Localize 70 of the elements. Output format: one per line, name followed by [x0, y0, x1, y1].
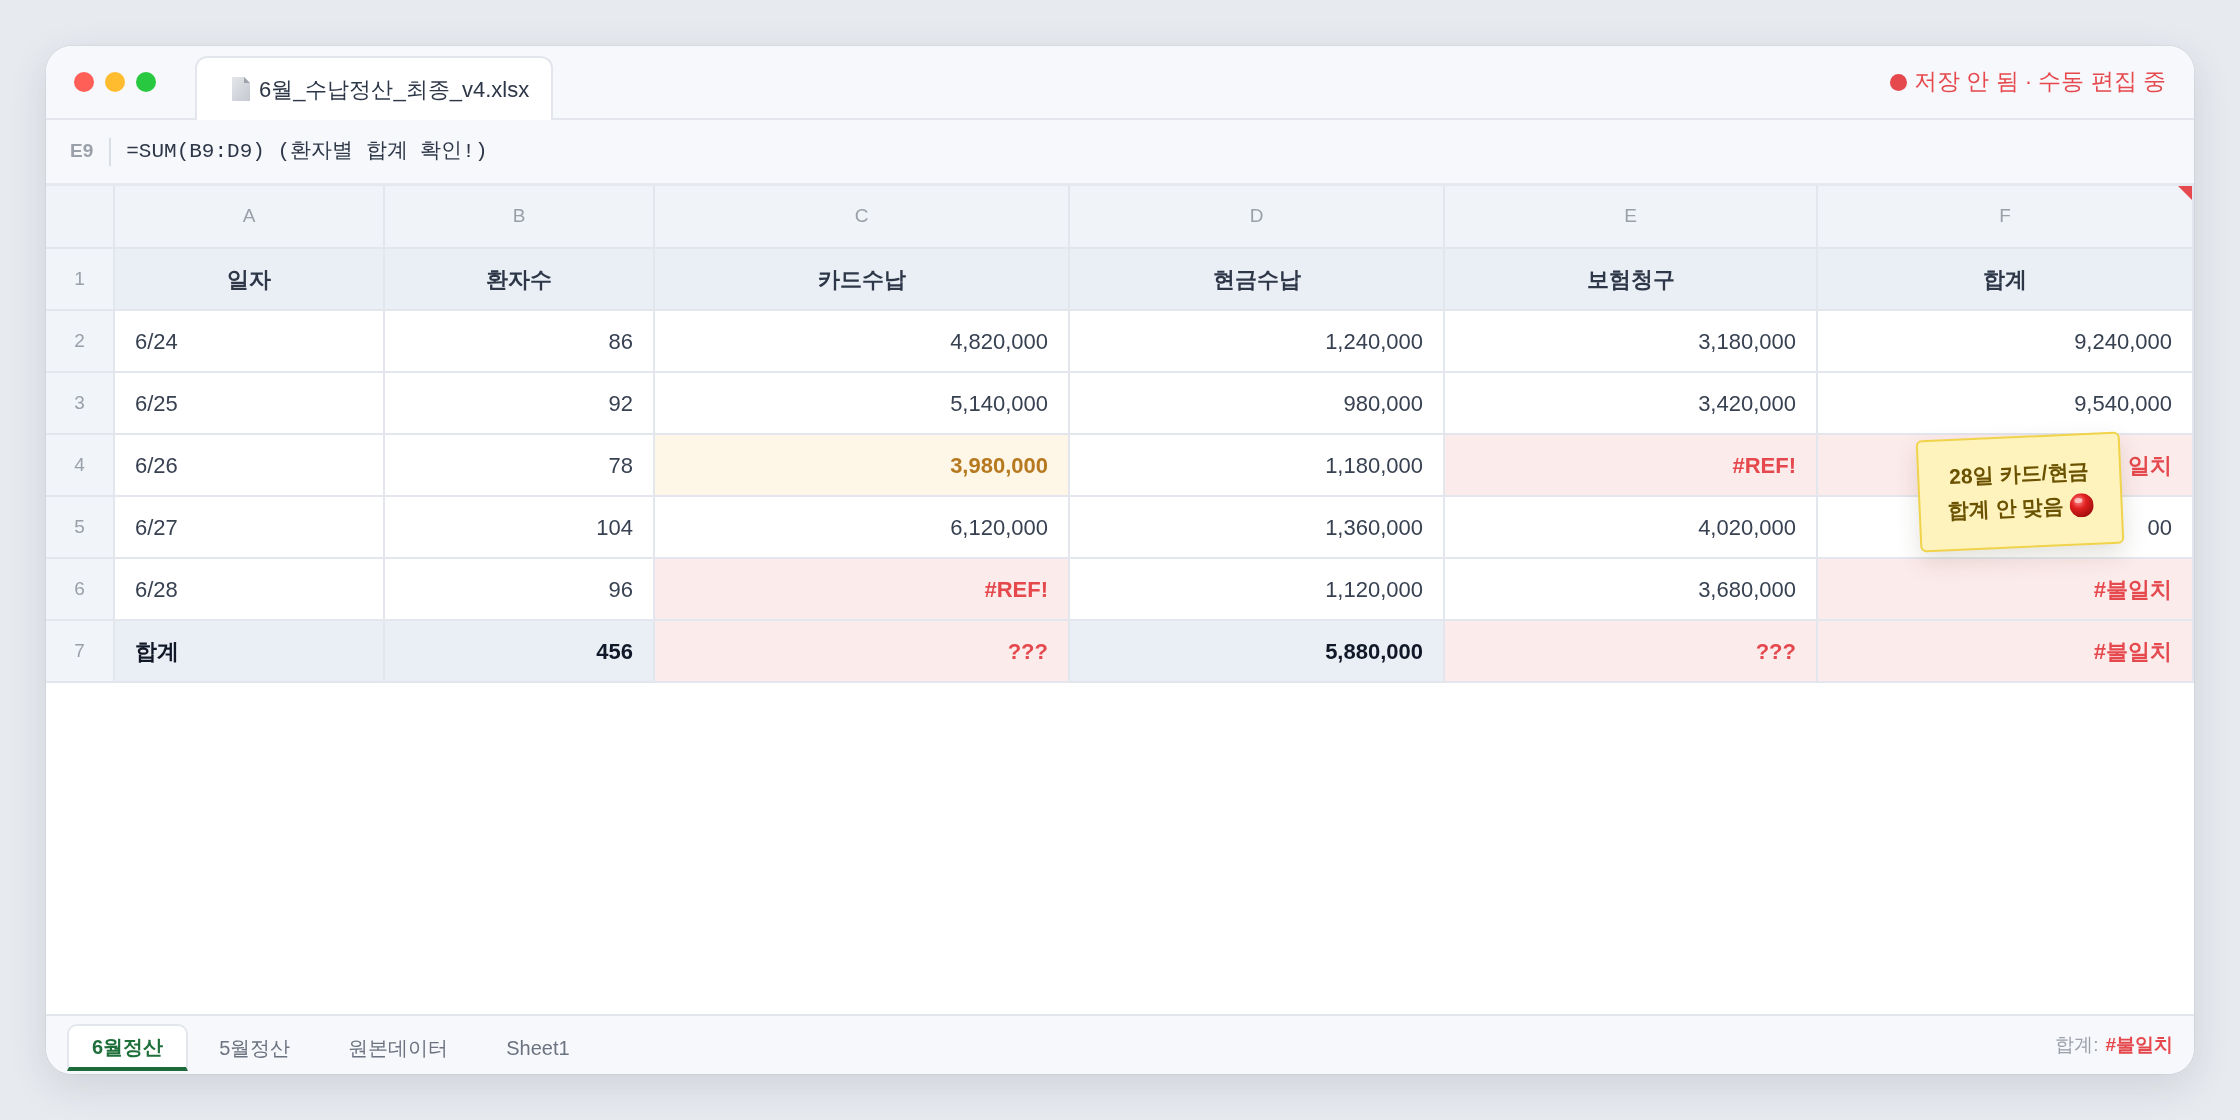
row-header[interactable]: 1: [46, 249, 115, 311]
table-cell: 96: [385, 559, 655, 621]
sheet-tab[interactable]: 6월정산: [67, 1024, 189, 1071]
status-value: #불일치: [2105, 1033, 2173, 1058]
table-cell: 3,980,000: [655, 435, 1070, 497]
ball-icon: [2069, 492, 2095, 518]
header-cell: 환자수: [385, 249, 655, 311]
table-cell: 합계: [115, 621, 385, 683]
close-icon[interactable]: [74, 72, 94, 92]
file-tab[interactable]: 6월_수납정산_최종_v4.xlsx: [195, 56, 554, 120]
table-cell: 5,140,000: [655, 373, 1070, 435]
table-cell: #불일치: [1818, 559, 2194, 621]
table-cell: 6/26: [115, 435, 385, 497]
table-cell: #REF!: [1445, 435, 1818, 497]
file-icon: [232, 77, 250, 101]
header-cell: 합계: [1818, 249, 2194, 311]
table-cell: 6/25: [115, 373, 385, 435]
table-cell: 1,120,000: [1070, 559, 1445, 621]
table-cell: ???: [1445, 621, 1818, 683]
header-cell: 현금수납: [1070, 249, 1445, 311]
header-cell: 보험청구: [1445, 249, 1818, 311]
table-cell: #불일치: [1818, 621, 2194, 683]
column-header[interactable]: A: [115, 186, 385, 249]
table-cell: 86: [385, 311, 655, 373]
row-header[interactable]: 6: [46, 559, 115, 621]
save-status: 저장 안 됨 · 수동 편집 중: [1914, 68, 2166, 97]
column-header[interactable]: B: [385, 186, 655, 249]
header-cell: 카드수납: [655, 249, 1070, 311]
table-cell: 104: [385, 497, 655, 559]
row-header[interactable]: 7: [46, 621, 115, 683]
sheet-tab[interactable]: Sheet1: [479, 1024, 597, 1071]
table-cell: 78: [385, 435, 655, 497]
formula-field[interactable]: =SUM(B9:D9) (환자별 합계 확인!): [126, 135, 488, 168]
column-header[interactable]: E: [1445, 186, 1818, 249]
table-cell: 1,240,000: [1070, 311, 1445, 373]
row-header[interactable]: 4: [46, 435, 115, 497]
table-cell: 5,880,000: [1070, 621, 1445, 683]
maximize-icon[interactable]: [136, 72, 156, 92]
row-header[interactable]: 3: [46, 373, 115, 435]
table-cell: #REF!: [655, 559, 1070, 621]
minimize-icon[interactable]: [105, 72, 125, 92]
table-cell: 980,000: [1070, 373, 1445, 435]
table-cell: 9,240,000: [1818, 311, 2194, 373]
table-cell: 9,540,000: [1818, 373, 2194, 435]
table-cell: 456: [385, 621, 655, 683]
cell-reference: E9: [70, 139, 94, 164]
column-header[interactable]: F: [1818, 186, 2194, 249]
table-cell: 6/28: [115, 559, 385, 621]
status-label: 합계:: [2055, 1033, 2099, 1058]
table-cell: 3,680,000: [1445, 559, 1818, 621]
table-cell: ???: [655, 621, 1070, 683]
header-cell: 일자: [115, 249, 385, 311]
table-cell: 6,120,000: [655, 497, 1070, 559]
row-header[interactable]: 5: [46, 497, 115, 559]
table-cell: 92: [385, 373, 655, 435]
table-cell: 3,180,000: [1445, 311, 1818, 373]
table-cell: 1,360,000: [1070, 497, 1445, 559]
table-cell: 6/24: [115, 311, 385, 373]
row-header[interactable]: 2: [46, 311, 115, 373]
column-header[interactable]: C: [655, 186, 1070, 249]
column-header[interactable]: D: [1070, 186, 1445, 249]
note-text: 28일 카드/현금: [1948, 457, 2090, 491]
table-cell: 6/27: [115, 497, 385, 559]
sheet-tab[interactable]: 원본데이터: [321, 1024, 476, 1071]
sheet-tab[interactable]: 5월정산: [192, 1024, 318, 1071]
table-cell: 1,180,000: [1070, 435, 1445, 497]
table-cell: 3,420,000: [1445, 373, 1818, 435]
table-cell: 4,020,000: [1445, 497, 1818, 559]
table-cell: 4,820,000: [655, 311, 1070, 373]
status-dot-icon: [1890, 73, 1907, 91]
